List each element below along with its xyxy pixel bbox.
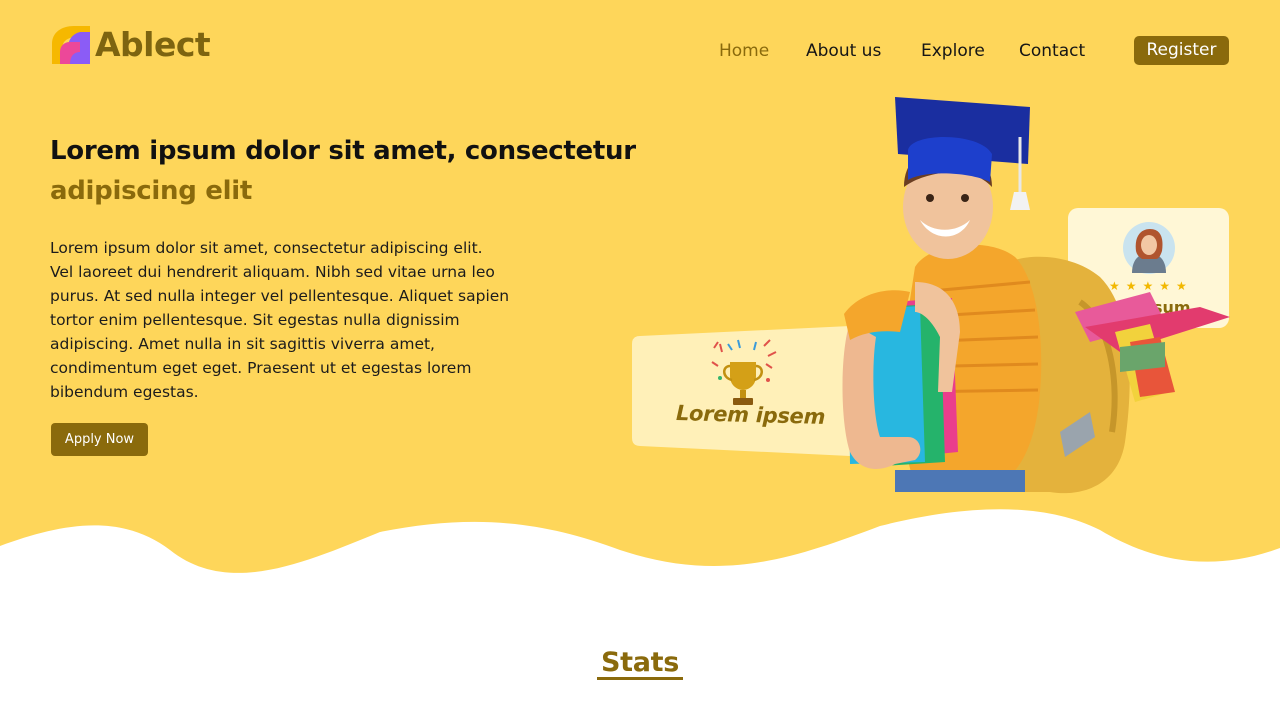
hero-subtitle: adipiscing elit — [50, 176, 252, 206]
nav-explore[interactable]: Explore — [921, 40, 985, 62]
hero-description-line: adipiscing. Amet nulla in sit sagittis v… — [50, 335, 435, 353]
hero-description-line: bibendum egestas. — [50, 383, 199, 401]
student-illustration — [842, 97, 1230, 494]
apply-now-button[interactable]: Apply Now — [51, 423, 148, 456]
hero-description-line: purus. At sed nulla integer vel pellente… — [50, 287, 510, 305]
hero-description: Lorem ipsum dolor sit amet, consectetur … — [50, 236, 530, 404]
nav-home[interactable]: Home — [719, 40, 769, 62]
hero-description-line: Lorem ipsum dolor sit amet, consectetur … — [50, 239, 483, 257]
hero-title: Lorem ipsum dolor sit amet, consectetur — [50, 136, 636, 166]
award-card-text: Lorem ipsem — [675, 401, 826, 429]
nav-contact[interactable]: Contact — [1019, 40, 1085, 62]
hero-section: Ablect Home About us Explore Contact Reg… — [0, 0, 1280, 590]
top-nav: Home About us Explore Contact Register — [0, 36, 1280, 66]
register-button[interactable]: Register — [1134, 36, 1229, 65]
stats-heading: Stats — [600, 647, 680, 678]
nav-about-us[interactable]: About us — [806, 40, 881, 62]
hero-description-line: tortor enim pellentesque. Sit egestas nu… — [50, 311, 460, 329]
stats-underline — [597, 677, 683, 680]
hero-description-line: Vel laoreet dui hendrerit aliquam. Nibh … — [50, 263, 495, 281]
trophy-icon — [711, 339, 777, 405]
hero-description-line: condimentum eget eget. Praesent ut et eg… — [50, 359, 472, 377]
